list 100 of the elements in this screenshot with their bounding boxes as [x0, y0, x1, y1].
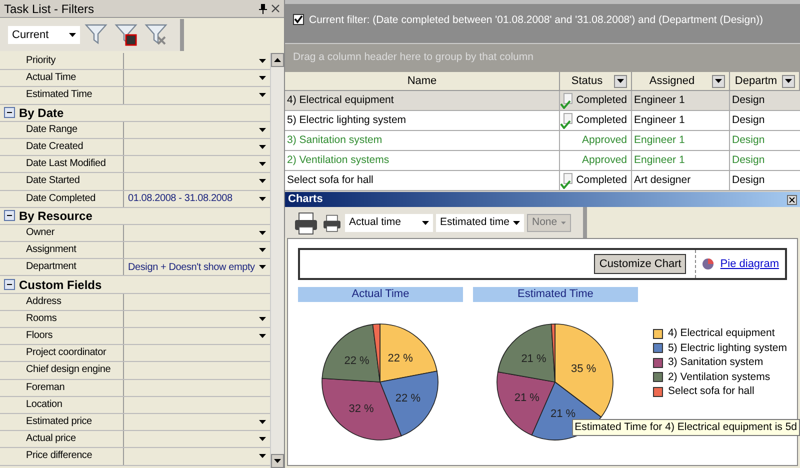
- scrollbar[interactable]: [270, 53, 284, 468]
- table-cell: 4) Electrical equipment: [285, 91, 560, 110]
- table-cell: Engineer 1: [632, 151, 730, 170]
- field-label: Location: [0, 396, 124, 413]
- slice-label: 21 %: [522, 353, 547, 366]
- dropdown-arrow-icon: [259, 196, 266, 201]
- field-label: Foreman: [0, 380, 124, 396]
- filter-checkbox[interactable]: [293, 14, 304, 25]
- dropdown-arrow-icon: [259, 420, 266, 424]
- filter-text: Current filter: (Date completed between '01.08.2008' and '31.08.2008') and (Department (Design)): [309, 14, 763, 26]
- chart-combo[interactable]: Actual time: [345, 214, 433, 232]
- printer-icon[interactable]: [293, 210, 319, 236]
- filter-row[interactable]: Date Completed 01.08.2008 - 31.08.2008: [0, 190, 270, 208]
- group-panel-hint: Drag a column header here to group by that column: [293, 50, 534, 66]
- dropdown-arrow-icon: [259, 334, 266, 338]
- filter-row[interactable]: Chief design engine: [0, 362, 270, 380]
- column-header[interactable]: Departm: [730, 72, 800, 90]
- collapse-icon[interactable]: [4, 107, 15, 118]
- filter-row[interactable]: Assignment: [0, 242, 270, 260]
- slice-label: 21 %: [514, 392, 540, 404]
- filter-row[interactable]: Estimated Time: [0, 87, 270, 105]
- collapse-icon[interactable]: [4, 210, 15, 222]
- filter-row[interactable]: Project coordinator: [0, 345, 270, 362]
- table-cell: 2) Ventilation systems: [285, 151, 560, 170]
- table-cell-text: Completed: [576, 92, 627, 108]
- close-icon[interactable]: [787, 194, 797, 204]
- column-header[interactable]: Assigned: [632, 72, 730, 90]
- table-row[interactable]: Select sofa for hall Completed Art designer Design: [285, 171, 800, 191]
- column-filter-button[interactable]: [712, 74, 725, 88]
- legend-label: 4) Electrical equipment: [668, 327, 775, 340]
- table-cell: Engineer 1: [632, 111, 730, 130]
- field-label: Project coordinator: [0, 345, 124, 362]
- slice-label: 22 %: [388, 352, 414, 364]
- filter-row[interactable]: Address: [0, 294, 270, 311]
- slice-label: 22 %: [344, 355, 370, 368]
- filter-row[interactable]: Actual Time: [0, 70, 270, 88]
- pin-icon[interactable]: [259, 4, 267, 14]
- field-label: Department: [0, 259, 124, 276]
- dropdown-arrow-icon: [259, 162, 266, 166]
- chart-combo[interactable]: Estimated time: [436, 214, 524, 232]
- filter-row[interactable]: Estimated price: [0, 414, 270, 432]
- field-label: Date Last Modified: [0, 156, 124, 172]
- table-cell-text: Design: [731, 113, 766, 128]
- group-row[interactable]: By Resource: [0, 208, 270, 225]
- dropdown-arrow-icon: [259, 59, 266, 64]
- dropdown-arrow-icon: [69, 33, 76, 37]
- column-header[interactable]: Status: [560, 72, 632, 90]
- filter-row[interactable]: Location: [0, 396, 270, 414]
- table-row[interactable]: 5) Electric lighting system Completed Engineer 1 Design: [285, 111, 800, 131]
- field-label: Date Started: [0, 173, 124, 190]
- filter-row[interactable]: Date Created: [0, 138, 270, 156]
- column-header[interactable]: Name: [285, 72, 560, 90]
- pie-diagram-link[interactable]: Pie diagram: [720, 256, 779, 272]
- group-row[interactable]: By Date: [0, 104, 270, 122]
- close-icon[interactable]: [271, 4, 280, 13]
- table-cell: Art designer: [632, 171, 730, 190]
- table-cell: Engineer 1: [632, 131, 730, 150]
- group-row[interactable]: Custom Fields: [0, 276, 270, 294]
- table-row[interactable]: 3) Sanitation system Approved Engineer 1 Design: [285, 131, 800, 151]
- dropdown-arrow-icon: [259, 76, 266, 80]
- field-label: Address: [0, 294, 124, 310]
- table-cell-text: Design: [731, 133, 766, 148]
- slice-label: 32 %: [349, 402, 374, 415]
- table-cell: Engineer 1: [632, 91, 730, 110]
- pie-chart-icon: [702, 258, 714, 270]
- table-cell: 5) Electric lighting system: [285, 111, 560, 130]
- filter-row[interactable]: Priority: [0, 53, 270, 70]
- collapse-icon[interactable]: [4, 279, 15, 290]
- column-filter-button[interactable]: [782, 74, 795, 88]
- field-label: Chief design engine: [0, 362, 124, 379]
- customize-chart-button[interactable]: Customize Chart: [594, 254, 686, 274]
- filter-row[interactable]: Foreman: [0, 380, 270, 397]
- column-filter-button[interactable]: [614, 74, 627, 88]
- filter-row[interactable]: Floors: [0, 328, 270, 346]
- dropdown-arrow-icon: [259, 93, 266, 98]
- table-row[interactable]: 2) Ventilation systems Approved Engineer 1 Design: [285, 151, 800, 171]
- scroll-up-icon[interactable]: [274, 58, 281, 62]
- filter-row[interactable]: Price difference: [0, 448, 270, 466]
- field-value: Design + Doesn't show empty: [128, 260, 255, 275]
- dropdown-arrow-icon: [259, 230, 266, 235]
- filter-row[interactable]: Date Last Modified: [0, 156, 270, 174]
- filter-row[interactable]: Owner: [0, 224, 270, 242]
- filter-row[interactable]: Rooms: [0, 310, 270, 328]
- table-cell-text: Approved: [582, 132, 627, 148]
- field-label: Date Created: [0, 138, 124, 156]
- filter-row[interactable]: Actual price: [0, 431, 270, 448]
- dropdown-arrow-icon: [715, 79, 722, 83]
- table-row[interactable]: 4) Electrical equipment Completed Engineer 1 Design: [285, 91, 800, 111]
- filter-save-icon[interactable]: [114, 23, 140, 47]
- legend-label: 3) Sanitation system: [668, 356, 764, 370]
- filter-row[interactable]: Date Range: [0, 122, 270, 139]
- table-cell-text: Completed: [576, 112, 627, 128]
- filter-row[interactable]: Date Started: [0, 173, 270, 190]
- filter-row[interactable]: Department Design + Doesn't show empty: [0, 259, 270, 276]
- field-label: Floors: [0, 328, 124, 344]
- dropdown-arrow-icon: [513, 220, 520, 224]
- printer-icon[interactable]: [322, 212, 342, 232]
- legend-label: 2) Ventilation systems: [668, 370, 770, 384]
- preset-combo[interactable]: Current: [8, 26, 80, 44]
- group-label: By Date: [19, 104, 64, 122]
